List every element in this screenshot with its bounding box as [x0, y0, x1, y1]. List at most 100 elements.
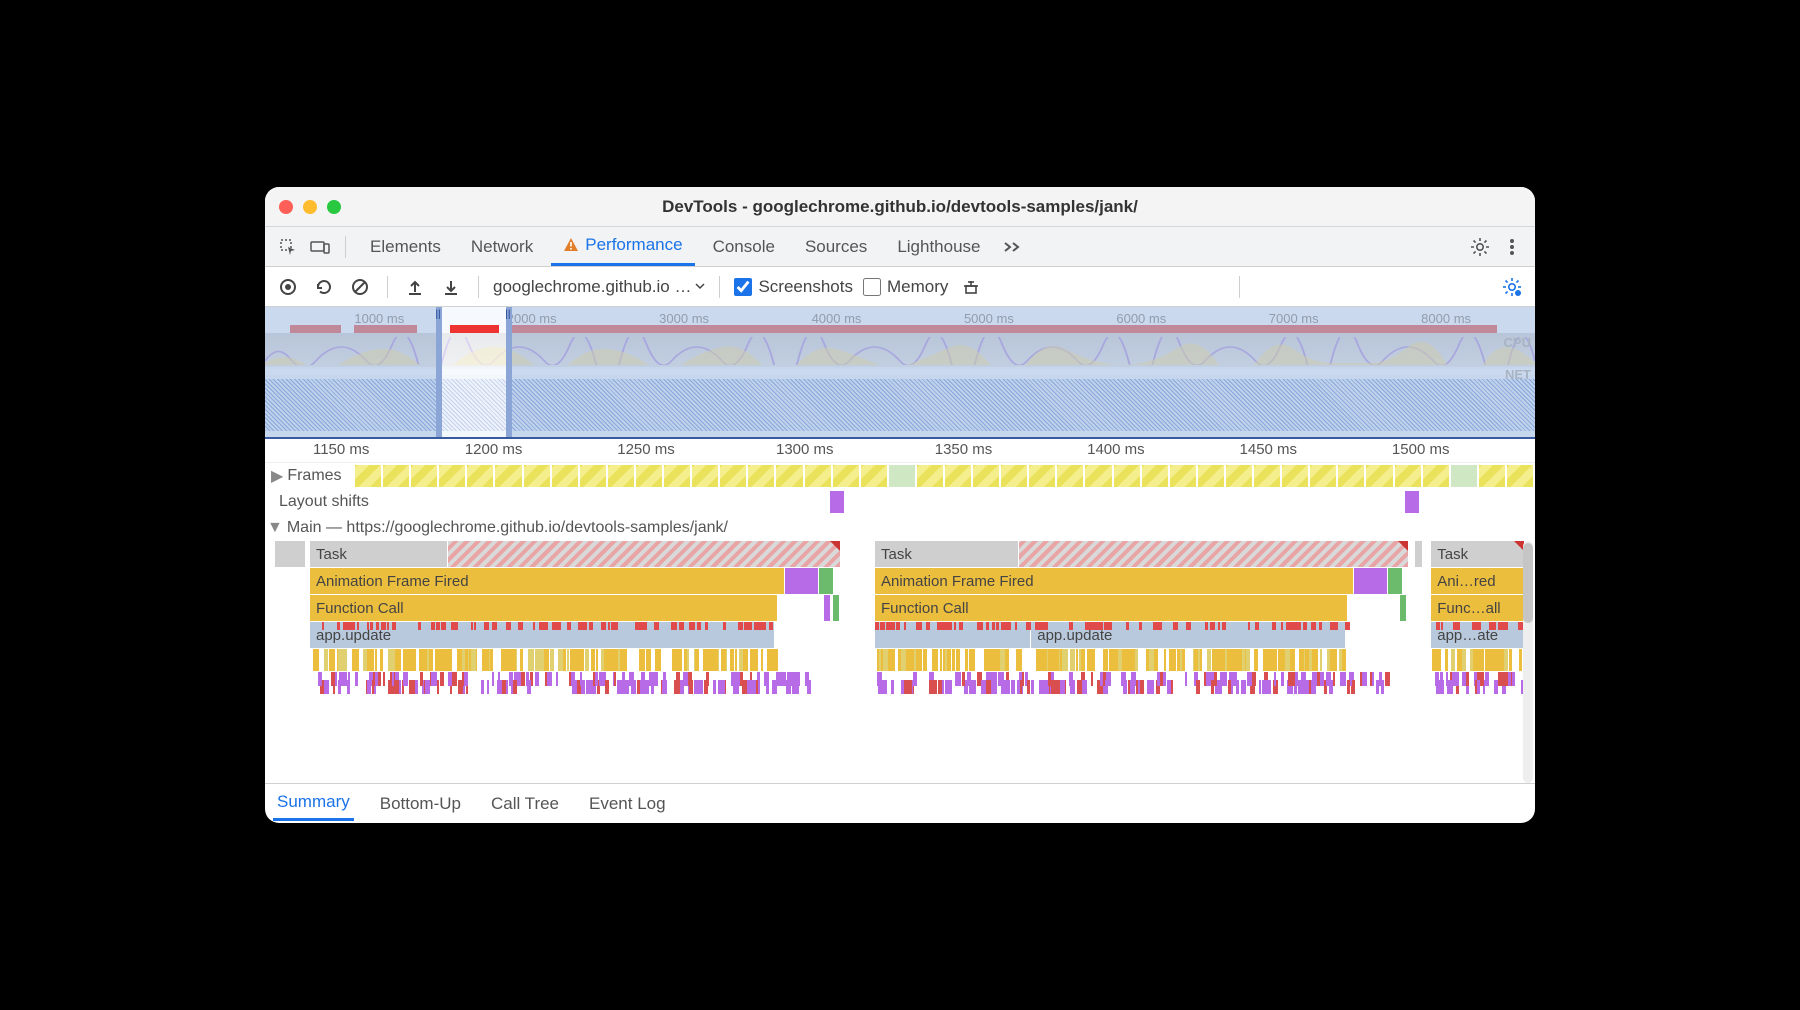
detail-tick: 1250 ms	[617, 441, 675, 458]
tab-performance-label: Performance	[585, 235, 682, 255]
tab-performance[interactable]: Performance	[551, 227, 694, 266]
flame-seg-purple[interactable]	[785, 568, 819, 594]
tab-console[interactable]: Console	[701, 227, 787, 266]
more-tabs-icon[interactable]	[999, 234, 1025, 260]
separator	[719, 276, 720, 298]
tab-summary[interactable]: Summary	[273, 786, 354, 821]
screenshots-checkbox-input[interactable]	[734, 278, 752, 296]
detail-ruler: 1150 ms 1200 ms 1250 ms 1300 ms 1350 ms …	[265, 439, 1535, 463]
flame-micro-red	[275, 622, 1525, 630]
flame-seg-label: Task	[316, 546, 347, 563]
memory-checkbox-input[interactable]	[863, 278, 881, 296]
flame-seg-purple[interactable]	[824, 595, 831, 621]
screenshots-label: Screenshots	[758, 277, 853, 297]
separator	[387, 276, 388, 298]
titlebar: DevTools - googlechrome.github.io/devtoo…	[265, 187, 1535, 227]
tab-console-label: Console	[713, 237, 775, 257]
flame-seg-task[interactable]	[275, 541, 306, 567]
tab-lighthouse-label: Lighthouse	[897, 237, 980, 257]
capture-settings-icon[interactable]	[1499, 274, 1525, 300]
tab-network-label: Network	[471, 237, 533, 257]
flame-seg-purple[interactable]	[1354, 568, 1388, 594]
reload-icon[interactable]	[311, 274, 337, 300]
tab-call-tree[interactable]: Call Tree	[487, 788, 563, 820]
flame-seg-function-call[interactable]: Function Call	[310, 595, 778, 621]
chevron-down-icon	[695, 283, 705, 290]
performance-toolbar: googlechrome.github.io … Screenshots Mem…	[265, 267, 1535, 307]
detail-scroll-thumb[interactable]	[1523, 543, 1533, 623]
flame-seg-green[interactable]	[1388, 568, 1403, 594]
overview-selection-handle-left[interactable]	[436, 307, 442, 437]
flame-seg-label: Animation Frame Fired	[316, 573, 469, 590]
tab-event-log-label: Event Log	[589, 794, 666, 813]
detail-tick: 1200 ms	[465, 441, 523, 458]
detail-tick: 1300 ms	[776, 441, 834, 458]
frames-track[interactable]: ▶ Frames	[265, 463, 1535, 489]
upload-icon[interactable]	[402, 274, 428, 300]
device-toolbar-icon[interactable]	[307, 234, 333, 260]
flame-seg-function-call[interactable]: Func…all	[1431, 595, 1525, 621]
flame-seg-label: Func…all	[1437, 600, 1500, 617]
flame-seg-task-long[interactable]	[448, 541, 842, 567]
kebab-menu-icon[interactable]	[1499, 234, 1525, 260]
tab-elements[interactable]: Elements	[358, 227, 453, 266]
tab-bottom-up[interactable]: Bottom-Up	[376, 788, 465, 820]
flame-seg-label: Ani…red	[1437, 573, 1495, 590]
close-window-button[interactable]	[279, 200, 293, 214]
screenshots-checkbox[interactable]: Screenshots	[734, 277, 853, 297]
flame-seg-task[interactable]: Task	[875, 541, 1019, 567]
flame-seg-green[interactable]	[1400, 595, 1407, 621]
clear-icon[interactable]	[347, 274, 373, 300]
layout-shifts-track[interactable]: Layout shifts	[265, 489, 1535, 515]
tab-event-log[interactable]: Event Log	[585, 788, 670, 820]
maximize-window-button[interactable]	[327, 200, 341, 214]
flame-seg-green[interactable]	[833, 595, 840, 621]
flame-seg-function-call[interactable]: Function Call	[875, 595, 1348, 621]
separator	[478, 276, 479, 298]
detail-scrollbar[interactable]	[1523, 541, 1533, 783]
overview-selection-handle-right[interactable]	[506, 307, 512, 437]
minimize-window-button[interactable]	[303, 200, 317, 214]
tab-lighthouse[interactable]: Lighthouse	[885, 227, 992, 266]
layout-shift-block[interactable]	[830, 491, 844, 513]
flame-seg-task-long[interactable]	[1019, 541, 1409, 567]
memory-checkbox[interactable]: Memory	[863, 277, 948, 297]
download-icon[interactable]	[438, 274, 464, 300]
overview-timeline[interactable]: 1000 ms 2000 ms 3000 ms 4000 ms 5000 ms …	[265, 307, 1535, 439]
chevron-right-icon: ▶	[271, 466, 283, 486]
window-title: DevTools - googlechrome.github.io/devtoo…	[265, 197, 1535, 217]
record-icon[interactable]	[275, 274, 301, 300]
separator	[345, 236, 346, 258]
flame-seg-label: Task	[881, 546, 912, 563]
detail-tick: 1500 ms	[1392, 441, 1450, 458]
garbage-collect-icon[interactable]	[958, 274, 984, 300]
detail-tick: 1450 ms	[1240, 441, 1298, 458]
flame-seg-aff[interactable]: Animation Frame Fired	[875, 568, 1354, 594]
inspect-element-icon[interactable]	[275, 234, 301, 260]
layout-shift-block[interactable]	[1405, 491, 1419, 513]
flame-seg-task[interactable]: Task	[310, 541, 448, 567]
flame-seg-green[interactable]	[819, 568, 834, 594]
tab-sources[interactable]: Sources	[793, 227, 879, 266]
warning-icon	[563, 237, 579, 253]
flame-chart[interactable]: Task Task Task Animation Frame Fired Ani…	[265, 541, 1535, 783]
tab-network[interactable]: Network	[459, 227, 545, 266]
chevron-down-icon: ▼	[267, 519, 283, 537]
panel-tab-strip: Elements Network Performance Console Sou…	[265, 227, 1535, 267]
flame-seg-task[interactable]	[1415, 541, 1423, 567]
settings-icon[interactable]	[1467, 234, 1493, 260]
recording-dropdown[interactable]: googlechrome.github.io …	[493, 277, 705, 297]
detail-tick: 1400 ms	[1087, 441, 1145, 458]
tab-elements-label: Elements	[370, 237, 441, 257]
flame-seg-aff[interactable]: Animation Frame Fired	[310, 568, 785, 594]
flame-seg-task[interactable]: Task	[1431, 541, 1525, 567]
flame-seg-aff[interactable]: Ani…red	[1431, 568, 1525, 594]
devtools-window: DevTools - googlechrome.github.io/devtoo…	[265, 187, 1535, 823]
main-thread-header[interactable]: ▼ Main — https://googlechrome.github.io/…	[265, 515, 1535, 541]
frame-blocks	[355, 463, 1535, 489]
frames-label: Frames	[287, 467, 341, 485]
main-thread-label: Main — https://googlechrome.github.io/de…	[287, 519, 728, 537]
recording-dropdown-label: googlechrome.github.io …	[493, 277, 691, 297]
flame-seg-label: Function Call	[316, 600, 404, 617]
separator	[1239, 276, 1240, 298]
